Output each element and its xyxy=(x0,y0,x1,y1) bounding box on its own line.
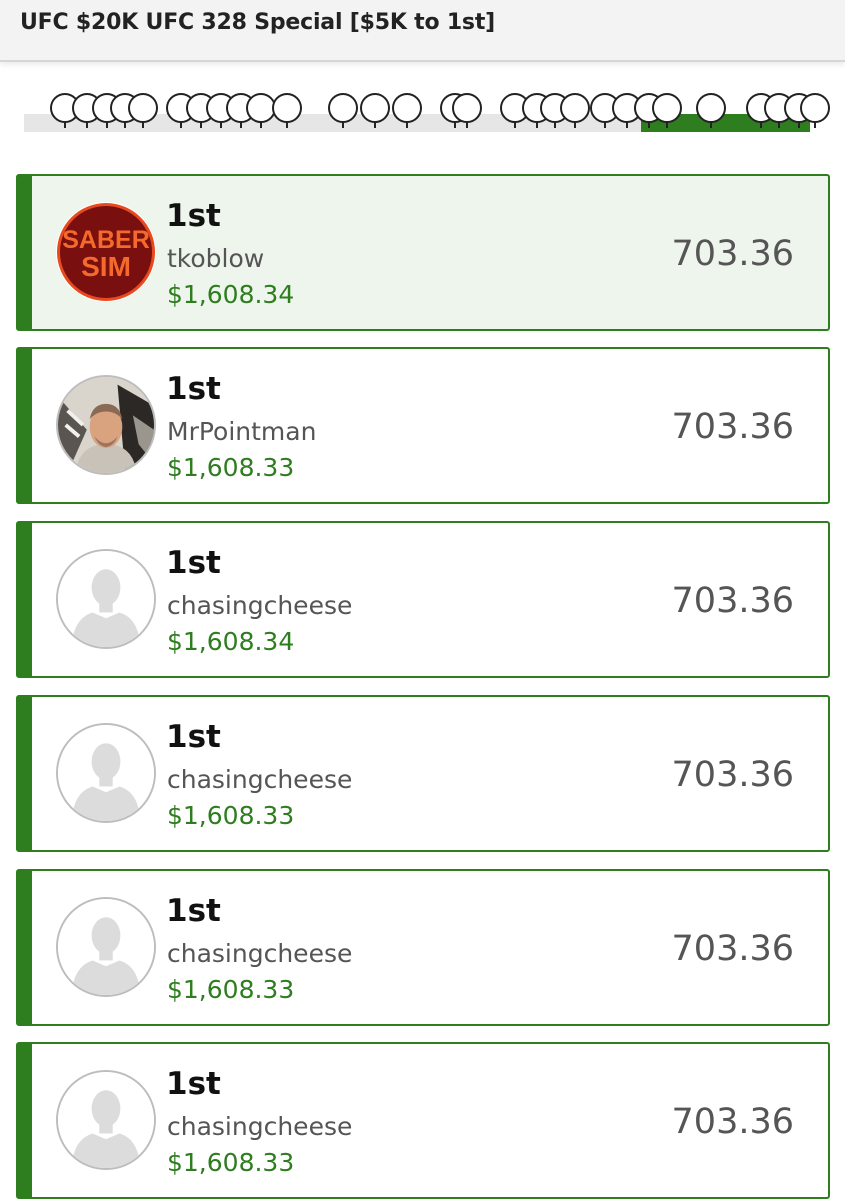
entry-rank: 1st xyxy=(166,371,221,407)
entry-rank: 1st xyxy=(166,719,221,755)
leaderboard-row[interactable]: 1st chasingcheese $1,608.34 703.36 xyxy=(16,521,830,678)
entry-marker-icon xyxy=(360,93,390,128)
entry-winnings: $1,608.34 xyxy=(167,280,295,309)
entry-marker-icon xyxy=(328,93,358,128)
entry-score: 703.36 xyxy=(671,1102,794,1142)
leaderboard-row[interactable]: 1st MrPointman $1,608.33 703.36 xyxy=(16,347,830,504)
entry-score: 703.36 xyxy=(671,581,794,621)
contest-header: UFC $20K UFC 328 Special [$5K to 1st] xyxy=(0,0,845,62)
default-avatar-icon xyxy=(56,549,156,649)
svg-text:SABER: SABER xyxy=(62,226,150,254)
leaderboard-row[interactable]: SABER SIM 1st tkoblow $1,608.34 703.36 xyxy=(16,174,830,331)
contest-title: UFC $20K UFC 328 Special [$5K to 1st] xyxy=(20,10,495,35)
default-avatar-icon xyxy=(56,897,156,997)
entry-marker-icon xyxy=(452,93,482,128)
contest-progress xyxy=(0,62,845,142)
entry-rank: 1st xyxy=(166,545,221,581)
entry-score: 703.36 xyxy=(671,929,794,969)
entry-username[interactable]: chasingcheese xyxy=(167,591,352,620)
entry-marker-icon xyxy=(392,93,422,128)
entry-rank: 1st xyxy=(166,893,221,929)
entry-score: 703.36 xyxy=(671,234,794,274)
entry-winnings: $1,608.33 xyxy=(167,801,295,830)
entry-username[interactable]: chasingcheese xyxy=(167,1112,352,1141)
entry-rank: 1st xyxy=(166,198,221,234)
entry-winnings: $1,608.34 xyxy=(167,627,295,656)
default-avatar-icon xyxy=(56,1070,156,1170)
default-avatar-icon xyxy=(56,723,156,823)
leaderboard-row[interactable]: 1st chasingcheese $1,608.33 703.36 xyxy=(16,1042,830,1199)
entry-username[interactable]: chasingcheese xyxy=(167,765,352,794)
entry-winnings: $1,608.33 xyxy=(167,975,295,1004)
leaderboard-row[interactable]: 1st chasingcheese $1,608.33 703.36 xyxy=(16,869,830,1026)
entry-marker-icon xyxy=(272,93,302,128)
entry-score: 703.36 xyxy=(671,407,794,447)
entry-marker-icon xyxy=(652,93,682,128)
entry-marker-icon xyxy=(800,93,830,128)
entry-username[interactable]: tkoblow xyxy=(167,244,264,273)
entry-username[interactable]: chasingcheese xyxy=(167,939,352,968)
entry-marker-icon xyxy=(560,93,590,128)
user-photo-avatar xyxy=(56,375,156,475)
entry-marker-icon xyxy=(696,93,726,128)
entry-winnings: $1,608.33 xyxy=(167,1148,295,1177)
leaderboard-row[interactable]: 1st chasingcheese $1,608.33 703.36 xyxy=(16,695,830,852)
entry-score: 703.36 xyxy=(671,755,794,795)
entry-username[interactable]: MrPointman xyxy=(167,417,316,446)
svg-text:SIM: SIM xyxy=(81,251,131,282)
entry-marker-icon xyxy=(128,93,158,128)
sabersim-logo-avatar: SABER SIM xyxy=(56,202,156,302)
entry-winnings: $1,608.33 xyxy=(167,453,295,482)
entry-rank: 1st xyxy=(166,1066,221,1102)
